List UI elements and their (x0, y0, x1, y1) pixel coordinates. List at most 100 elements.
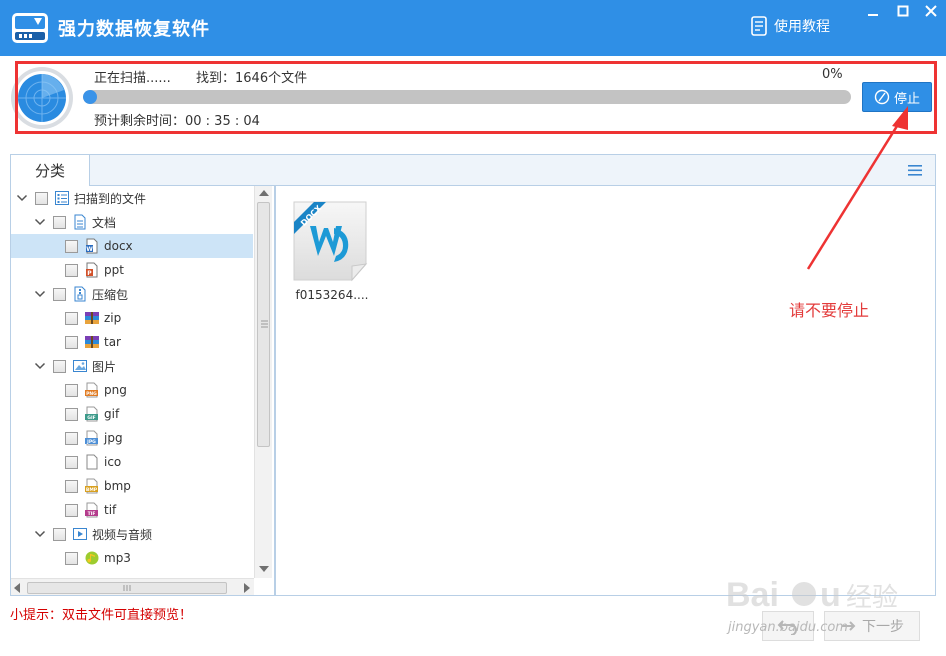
tree-item-label: jpg (104, 431, 123, 445)
tree-item-label: docx (104, 239, 133, 253)
word-file-icon: W (84, 238, 100, 254)
tab-category[interactable]: 分类 (10, 154, 90, 186)
tree-item-png[interactable]: PNG png (11, 378, 253, 402)
tree-item-gif[interactable]: GIF gif (11, 402, 253, 426)
tree-item-checkbox[interactable] (65, 407, 78, 421)
tree-item-checkbox[interactable] (65, 239, 78, 253)
file-list-panel (275, 186, 936, 596)
tree-item-mp3[interactable]: mp3 (11, 546, 253, 570)
tree-item-docx[interactable]: Wdocx (11, 234, 253, 258)
tree-item-checkbox[interactable] (65, 479, 78, 493)
mp3-file-icon (84, 550, 100, 566)
word-document-icon: DOCX (293, 201, 368, 282)
tree-item-checkbox[interactable] (53, 359, 66, 373)
tree-item-label: tif (104, 503, 117, 517)
tree-item-压缩包[interactable]: 压缩包 (11, 282, 253, 306)
tree-item-checkbox[interactable] (65, 503, 78, 517)
tree-item-jpg[interactable]: JPG jpg (11, 426, 253, 450)
tree-item-bmp[interactable]: BMP bmp (11, 474, 253, 498)
tree-item-label: ico (104, 455, 122, 469)
document-icon (72, 214, 88, 230)
annotation-text: 请不要停止 (789, 301, 870, 320)
svg-text:P: P (87, 270, 92, 277)
watermark-url: jingyan.baidu.com (728, 620, 848, 635)
maximize-icon (897, 5, 909, 17)
tree-item-checkbox[interactable] (65, 383, 78, 397)
tree-item-zip[interactable]: zip (11, 306, 253, 330)
tree-item-checkbox[interactable] (65, 263, 78, 277)
next-label: 下一步 (862, 619, 904, 635)
tree-item-tar[interactable]: tar (11, 330, 253, 354)
tree-item-tif[interactable]: TIF tif (11, 498, 253, 522)
blank-file-icon (84, 454, 100, 470)
tree-item-checkbox[interactable] (65, 311, 78, 325)
tree-horizontal-scrollbar[interactable] (11, 578, 254, 595)
tree-item-扫描到的文件[interactable]: 扫描到的文件 (11, 186, 253, 210)
title-bar: 强力数据恢复软件 使用教程 (0, 0, 946, 56)
bmp-file-icon: BMP (84, 478, 100, 494)
tree-item-label: 扫描到的文件 (74, 191, 147, 206)
scroll-right-arrow-icon[interactable] (244, 583, 250, 593)
svg-text:GIF: GIF (87, 415, 95, 421)
tree-item-checkbox[interactable] (65, 455, 78, 469)
radar-scan-icon (10, 66, 74, 130)
scroll-down-arrow-icon[interactable] (259, 566, 269, 572)
archive-icon (72, 286, 88, 302)
hint-text: 小提示：双击文件可直接预览！ (10, 608, 193, 623)
zip-file-icon (84, 310, 100, 326)
tree-item-label: mp3 (104, 551, 131, 565)
tree-item-label: bmp (104, 479, 131, 493)
ppt-file-icon: P (84, 262, 100, 278)
close-button[interactable] (918, 0, 944, 22)
scroll-left-arrow-icon[interactable] (14, 583, 20, 593)
tree-item-label: 视频与音频 (92, 527, 153, 542)
expand-chevron-icon[interactable] (33, 287, 47, 301)
image-icon (72, 358, 88, 374)
minimize-icon (868, 14, 878, 16)
svg-text:TIF: TIF (88, 511, 96, 517)
tree-item-checkbox[interactable] (65, 431, 78, 445)
tree-item-checkbox[interactable] (65, 335, 78, 349)
tree-item-checkbox[interactable] (53, 527, 66, 541)
file-item[interactable]: DOCX f0153264.... (290, 198, 374, 308)
tree-item-checkbox[interactable] (65, 551, 78, 565)
expand-chevron-icon[interactable] (15, 191, 29, 205)
category-tree: 扫描到的文件 文档 Wdocx Pppt 压缩包 zip tar 图片 PNG png GIF gif… (10, 186, 275, 596)
tree-item-checkbox[interactable] (53, 215, 66, 229)
tree-item-label: zip (104, 311, 122, 325)
tree-item-视频与音频[interactable]: 视频与音频 (11, 522, 253, 546)
svg-text:BMP: BMP (86, 487, 98, 493)
expand-chevron-icon[interactable] (33, 527, 47, 541)
tutorial-link[interactable]: 使用教程 (750, 14, 830, 38)
svg-text:W: W (86, 246, 93, 253)
gif-file-icon: GIF (84, 406, 100, 422)
tree-vertical-scroll-thumb[interactable] (257, 202, 270, 447)
tree-item-ppt[interactable]: Pppt (11, 258, 253, 282)
expand-chevron-icon[interactable] (33, 359, 47, 373)
tree-horizontal-scroll-thumb[interactable] (27, 582, 227, 594)
tree-vertical-scrollbar[interactable] (254, 186, 272, 578)
tree-item-label: ppt (104, 263, 124, 277)
maximize-button[interactable] (890, 0, 916, 22)
tree-item-checkbox[interactable] (35, 191, 48, 205)
stop-label: 停止 (893, 91, 920, 107)
progress-percent: 0% (822, 67, 843, 82)
app-logo-icon (10, 9, 50, 47)
tree-item-文档[interactable]: 文档 (11, 210, 253, 234)
tree-item-checkbox[interactable] (53, 287, 66, 301)
close-icon (925, 5, 937, 17)
stop-button[interactable]: 停止 (862, 82, 932, 112)
progress-fill (83, 90, 97, 104)
minimize-button[interactable] (860, 0, 886, 22)
stop-icon (874, 89, 890, 105)
menu-icon[interactable] (906, 162, 924, 178)
scroll-up-arrow-icon[interactable] (259, 190, 269, 196)
svg-text:PNG: PNG (86, 391, 97, 397)
tree-item-label: 压缩包 (92, 287, 129, 302)
expand-chevron-icon[interactable] (33, 215, 47, 229)
list-icon (54, 190, 70, 206)
tree-item-图片[interactable]: 图片 (11, 354, 253, 378)
file-name: f0153264.... (295, 288, 369, 302)
tree-item-label: tar (104, 335, 121, 349)
tree-item-ico[interactable]: ico (11, 450, 253, 474)
